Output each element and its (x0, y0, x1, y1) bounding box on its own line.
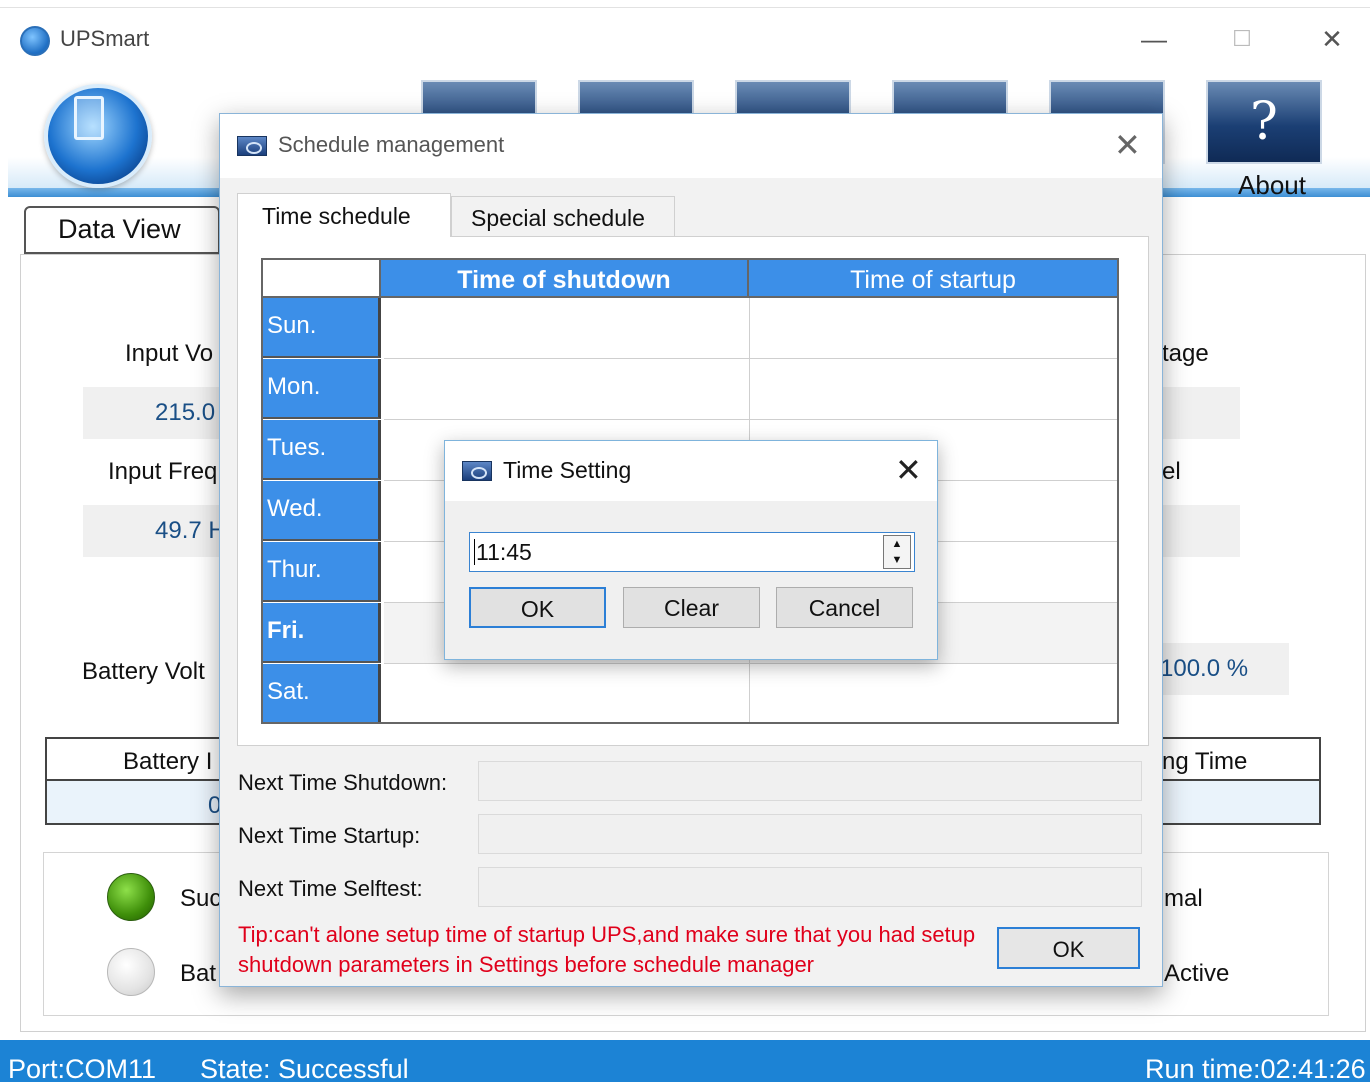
output-voltage-value (1150, 387, 1240, 439)
toolbar-about-icon: ? (1250, 92, 1278, 152)
tab-special-schedule[interactable]: Special schedule (451, 196, 675, 236)
load-level-value (1150, 505, 1240, 557)
schedule-window-icon (237, 136, 267, 156)
maximize-button[interactable]: ☐ (1222, 22, 1262, 58)
time-setting-dialog: Time Setting ✕ 11:45 ▲ ▼ OK Clear Cancel (444, 440, 938, 660)
schedule-dialog-title: Schedule management (278, 132, 505, 157)
time-setting-close-icon[interactable]: ✕ (895, 451, 922, 489)
input-frequency-value: 49.7 H (83, 505, 233, 557)
success-indicator-icon (107, 873, 155, 921)
next-selftest-label: Next Time Selftest: (238, 876, 423, 901)
time-setting-title: Time Setting (503, 457, 632, 483)
input-voltage-label: Input Vo (125, 340, 214, 367)
battery-indicator-icon (107, 948, 155, 996)
next-shutdown-label: Next Time Shutdown: (238, 770, 448, 795)
connection-state: State: Successful (200, 1054, 409, 1084)
time-cancel-button[interactable]: Cancel (776, 587, 913, 628)
table-corner-cell (263, 260, 381, 298)
minimize-button[interactable]: — (1134, 22, 1174, 58)
day-row-sat[interactable]: Sat. (263, 664, 381, 722)
row-divider (384, 358, 1117, 359)
shutdown-column-header: Time of shutdown (381, 260, 749, 298)
input-voltage-value: 215.0 (83, 387, 233, 439)
logo-document-icon (74, 96, 104, 140)
input-frequency-label: Input Freq (108, 458, 218, 485)
run-time: Run time:02:41:26 (1145, 1054, 1366, 1084)
window-title: UPSmart (60, 26, 150, 51)
output-voltage-label: tage (1162, 340, 1209, 367)
next-startup-label: Next Time Startup: (238, 823, 421, 848)
day-row-mon[interactable]: Mon. (263, 359, 381, 419)
row-divider (384, 663, 1117, 664)
spin-down-icon[interactable]: ▼ (884, 552, 910, 568)
day-row-sun[interactable]: Sun. (263, 298, 381, 358)
tab-time-schedule[interactable]: Time schedule (237, 193, 451, 237)
row-divider (384, 419, 1117, 420)
tab-data-view[interactable]: Data View (24, 206, 220, 254)
status-success-label: Suc (180, 885, 222, 912)
status-battery-label: Bat (180, 960, 217, 987)
next-shutdown-field (478, 761, 1142, 801)
status-active-label: Active (1164, 960, 1230, 987)
toolbar-about-button[interactable]: ? (1206, 80, 1322, 164)
time-setting-window-icon (462, 461, 492, 481)
day-row-thur[interactable]: Thur. (263, 542, 381, 602)
battery-capacity-value: 100.0 % (1150, 643, 1289, 695)
window-top-border (0, 0, 1370, 8)
day-row-tues[interactable]: Tues. (263, 420, 381, 480)
day-row-wed[interactable]: Wed. (263, 481, 381, 541)
time-ok-button[interactable]: OK (469, 587, 606, 628)
status-bar: Port:COM11 State: Successful Run time:02… (0, 1040, 1370, 1084)
port-status: Port:COM11 (8, 1054, 157, 1084)
battery-table-header-left: Battery I (123, 748, 213, 775)
day-row-fri[interactable]: Fri. (263, 603, 381, 663)
schedule-close-icon[interactable]: ✕ (1114, 126, 1141, 164)
startup-column-header: Time of startup (749, 260, 1117, 298)
spin-up-icon[interactable]: ▲ (884, 536, 910, 552)
next-startup-field (478, 814, 1142, 854)
time-input[interactable]: 11:45 (469, 532, 915, 572)
battery-voltage-label: Battery Volt (82, 658, 205, 685)
schedule-ok-button[interactable]: OK (997, 927, 1140, 969)
text-caret (474, 539, 475, 565)
load-level-label: el (1162, 458, 1181, 485)
time-spinner[interactable]: ▲ ▼ (883, 535, 911, 569)
status-normal-label: mal (1164, 885, 1203, 912)
time-clear-button[interactable]: Clear (623, 587, 760, 628)
next-selftest-field (478, 867, 1142, 907)
schedule-tip: Tip:can't alone setup time of startup UP… (238, 922, 976, 977)
battery-table-header-right: ng Time (1162, 748, 1248, 775)
close-button[interactable]: ✕ (1312, 22, 1352, 58)
upsmart-app-icon (20, 26, 50, 56)
about-label[interactable]: About (1222, 170, 1322, 201)
